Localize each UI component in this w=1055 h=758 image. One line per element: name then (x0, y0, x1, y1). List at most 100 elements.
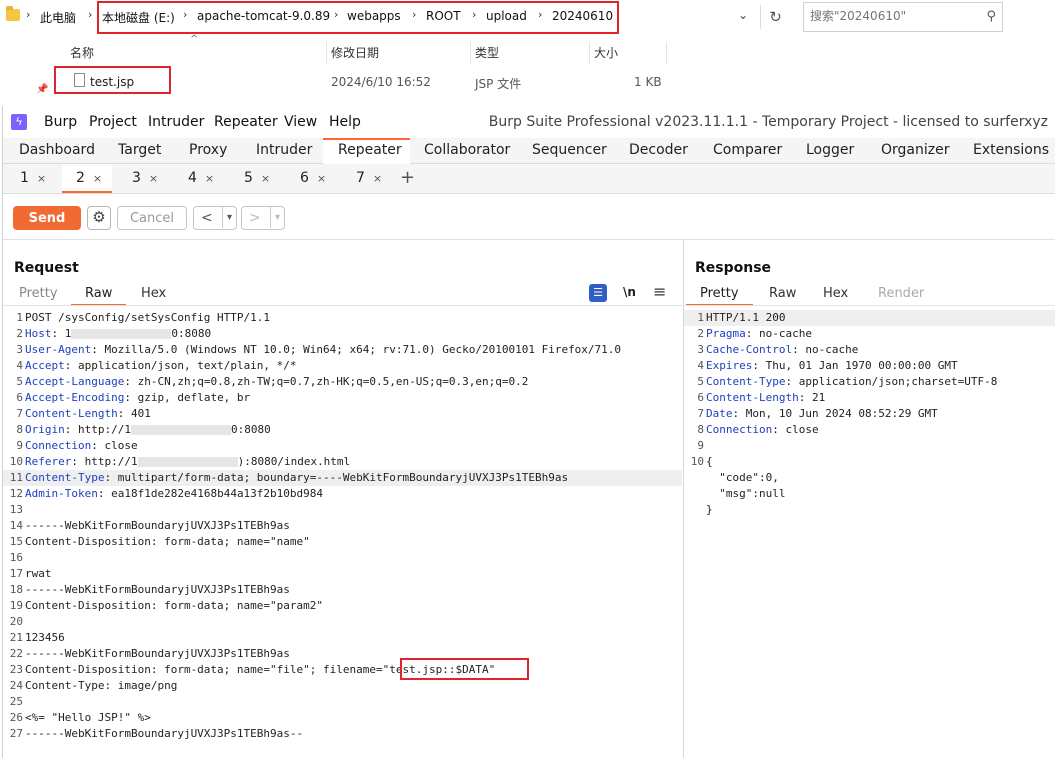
refresh-button[interactable]: ↻ (760, 5, 790, 29)
newline-toggle[interactable]: \n (623, 285, 636, 299)
search-box[interactable]: ⚲ (803, 2, 1003, 32)
menu-intruder[interactable]: Intruder (148, 114, 204, 130)
code-line[interactable]: "msg":null (684, 486, 1055, 502)
code-line[interactable]: 21 123456 (3, 630, 682, 646)
repeater-tab-5[interactable]: 5 × (230, 164, 280, 193)
tab-raw[interactable]: Raw (71, 286, 127, 306)
tab-raw[interactable]: Raw (755, 286, 810, 306)
code-line[interactable]: 20 (3, 614, 682, 630)
code-line[interactable]: 9 Connection: close (3, 438, 682, 454)
code-line[interactable]: 9 (684, 438, 1055, 454)
back-button[interactable]: < ▾ (193, 206, 237, 230)
word-wrap-icon[interactable]: ☰ (589, 284, 607, 302)
tab-organizer[interactable]: Organizer (881, 142, 949, 158)
code-line[interactable]: 11 Content-Type: multipart/form-data; bou… (3, 470, 682, 486)
code-line[interactable]: 5 Content-Type: application/json;charset=… (684, 374, 1055, 390)
code-line[interactable]: 13 (3, 502, 682, 518)
code-line[interactable]: 4 Expires: Thu, 01 Jan 1970 00:00:00 GMT (684, 358, 1055, 374)
file-row[interactable]: 📌 test.jsp 2024/6/10 16:52 JSP 文件 1 KB (0, 66, 680, 96)
chevron-down-icon[interactable]: ⌄ (738, 8, 748, 22)
forward-button[interactable]: > ▾ (241, 206, 285, 230)
repeater-tab-6[interactable]: 6 × (286, 164, 336, 193)
tab-collaborator[interactable]: Collaborator (424, 142, 510, 158)
column-divider[interactable] (470, 42, 471, 64)
code-line[interactable]: 2 Host: 1 0:8080 (3, 326, 682, 342)
gear-icon[interactable]: ⚙ (87, 206, 111, 230)
code-line[interactable]: 17 rwat (3, 566, 682, 582)
code-line[interactable]: 8 Origin: http://1 0:8080 (3, 422, 682, 438)
code-line[interactable]: 6 Accept-Encoding: gzip, deflate, br (3, 390, 682, 406)
code-line[interactable]: 10{ (684, 454, 1055, 470)
close-icon[interactable]: × (317, 172, 326, 185)
code-line[interactable]: 19 Content-Disposition: form-data; name="… (3, 598, 682, 614)
code-line[interactable]: 10 Referer: http://1):8080/index.html (3, 454, 682, 470)
code-line[interactable]: 25 (3, 694, 682, 710)
code-line[interactable]: 27 ------WebKitFormBoundaryjUVXJ3Ps1TEBh9… (3, 726, 682, 742)
code-line[interactable]: 1 POST /sysConfig/setSysConfig HTTP/1.1 (3, 310, 682, 326)
code-line[interactable]: 3 User-Agent: Mozilla/5.0 (Windows NT 10.… (3, 342, 682, 358)
tab-hex[interactable]: Hex (127, 286, 180, 306)
repeater-tab-1[interactable]: 1 × (6, 164, 56, 193)
tab-decoder[interactable]: Decoder (629, 142, 688, 158)
chevron-down-icon[interactable]: ▾ (222, 207, 232, 228)
code-line[interactable]: 1 HTTP/1.1 200 (684, 310, 1055, 326)
code-line[interactable]: 7 Content-Length: 401 (3, 406, 682, 422)
column-size[interactable]: 大小 (594, 44, 618, 61)
close-icon[interactable]: × (93, 172, 102, 185)
code-line[interactable]: 3 Cache-Control: no-cache (684, 342, 1055, 358)
search-input[interactable] (810, 3, 970, 29)
column-divider[interactable] (326, 42, 327, 64)
chevron-down-icon[interactable]: ▾ (270, 207, 280, 228)
column-divider[interactable] (589, 42, 590, 64)
menu-help[interactable]: Help (329, 114, 361, 130)
code-line[interactable]: 26 <%= "Hello JSP!" %> (3, 710, 682, 726)
repeater-tab-7[interactable]: 7 × (342, 164, 392, 193)
repeater-tab-4[interactable]: 4 × (174, 164, 224, 193)
file-name[interactable]: test.jsp (90, 75, 134, 89)
tab-logger[interactable]: Logger (806, 142, 854, 158)
search-icon[interactable]: ⚲ (986, 9, 996, 24)
close-icon[interactable]: × (37, 172, 46, 185)
menu-burp[interactable]: Burp (44, 114, 77, 130)
code-line[interactable]: 23 Content-Disposition: form-data; name="… (3, 662, 682, 678)
code-line[interactable]: 24 Content-Type: image/png (3, 678, 682, 694)
tab-hex[interactable]: Hex (809, 286, 862, 306)
tab-pretty[interactable]: Pretty (686, 286, 753, 306)
code-line[interactable]: "code":0, (684, 470, 1055, 486)
code-line[interactable]: 22 ------WebKitFormBoundaryjUVXJ3Ps1TEBh9… (3, 646, 682, 662)
close-icon[interactable]: × (373, 172, 382, 185)
code-line[interactable]: } (684, 502, 1055, 518)
menu-repeater[interactable]: Repeater (214, 114, 278, 130)
tab-intruder[interactable]: Intruder (256, 142, 312, 158)
code-line[interactable]: 15 Content-Disposition: form-data; name="… (3, 534, 682, 550)
code-line[interactable]: 14 ------WebKitFormBoundaryjUVXJ3Ps1TEBh9… (3, 518, 682, 534)
tab-target[interactable]: Target (118, 142, 161, 158)
repeater-tab-2[interactable]: 2 × (62, 164, 112, 193)
code-line[interactable]: 2 Pragma: no-cache (684, 326, 1055, 342)
code-line[interactable]: 18 ------WebKitFormBoundaryjUVXJ3Ps1TEBh9… (3, 582, 682, 598)
tab-extensions[interactable]: Extensions (973, 142, 1049, 158)
column-divider[interactable] (666, 42, 667, 64)
column-type[interactable]: 类型 (475, 44, 499, 61)
code-line[interactable]: 16 (3, 550, 682, 566)
code-line[interactable]: 4 Accept: application/json, text/plain, *… (3, 358, 682, 374)
tab-comparer[interactable]: Comparer (713, 142, 782, 158)
code-line[interactable]: 5 Accept-Language: zh-CN,zh;q=0.8,zh-TW;q… (3, 374, 682, 390)
code-line[interactable]: 7 Date: Mon, 10 Jun 2024 08:52:29 GMT (684, 406, 1055, 422)
cancel-button[interactable]: Cancel (117, 206, 187, 230)
tab-render[interactable]: Render (864, 286, 938, 306)
menu-project[interactable]: Project (89, 114, 137, 130)
breadcrumb-this-pc[interactable]: 此电脑 (40, 9, 76, 26)
tab-proxy[interactable]: Proxy (189, 142, 227, 158)
repeater-tab-3[interactable]: 3 × (118, 164, 168, 193)
tab-repeater[interactable]: Repeater (338, 142, 402, 158)
close-icon[interactable]: × (261, 172, 270, 185)
tab-pretty[interactable]: Pretty (5, 286, 72, 306)
code-line[interactable]: 8 Connection: close (684, 422, 1055, 438)
tab-sequencer[interactable]: Sequencer (532, 142, 607, 158)
code-line[interactable]: 12 Admin-Token: ea18f1de282e4168b44a13f2b… (3, 486, 682, 502)
close-icon[interactable]: × (205, 172, 214, 185)
tab-dashboard[interactable]: Dashboard (19, 142, 95, 158)
address-bar[interactable]: › 此电脑 › 本地磁盘 (E:) › apache-tomcat-9.0.89… (0, 0, 1055, 34)
column-name[interactable]: 名称 (70, 44, 94, 61)
